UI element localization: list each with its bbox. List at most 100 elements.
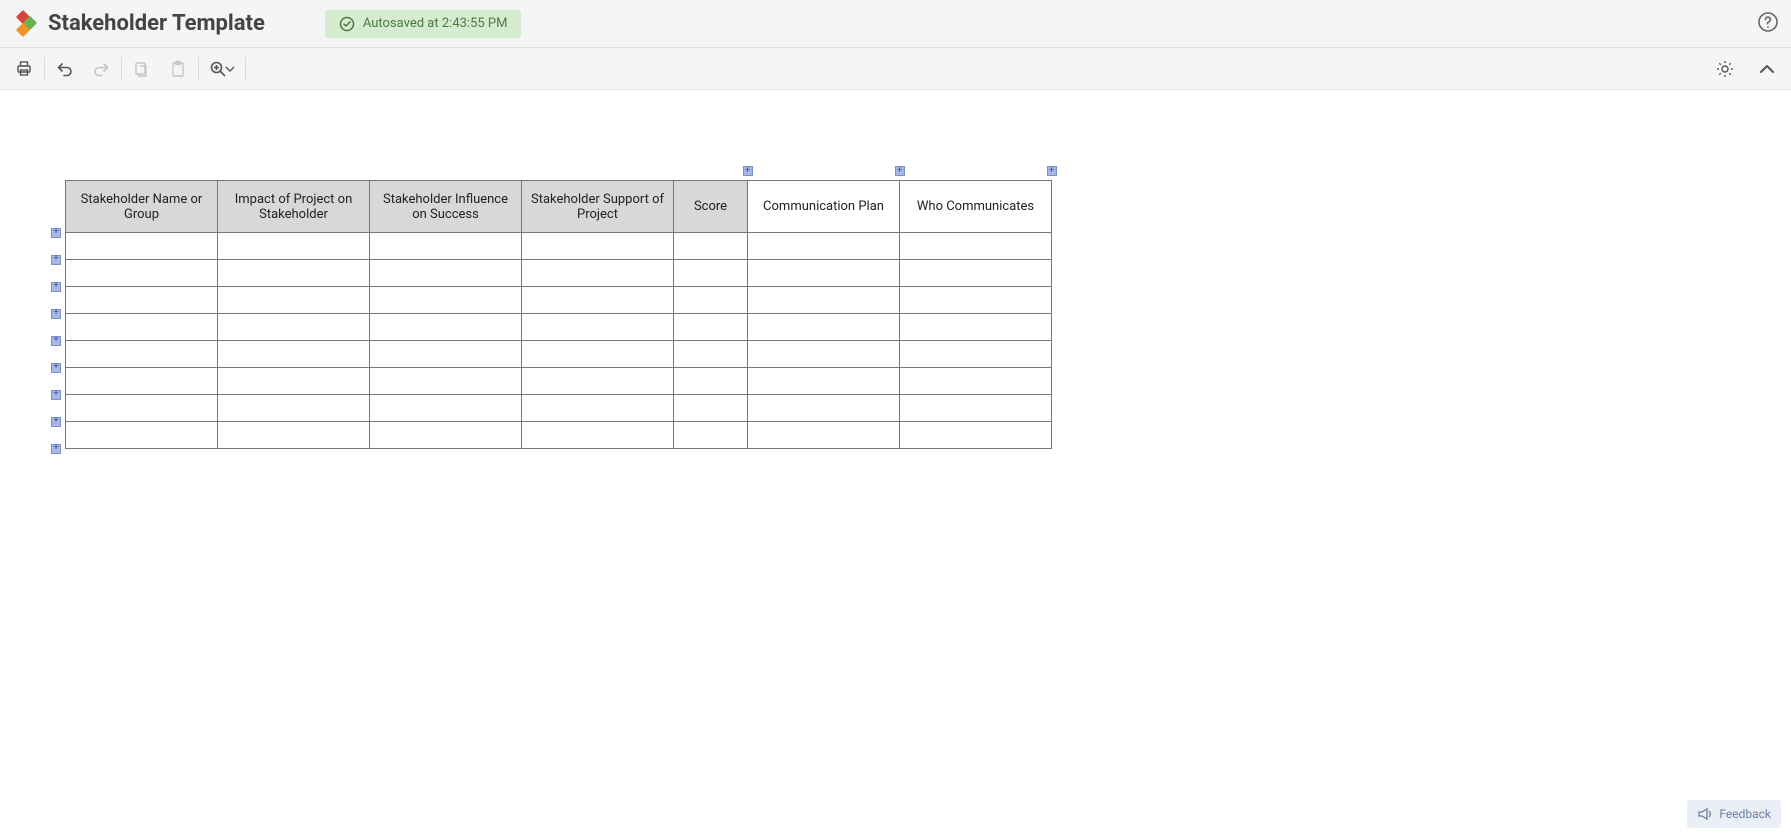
- table-cell[interactable]: [748, 260, 900, 287]
- table-cell[interactable]: [66, 395, 218, 422]
- column-header[interactable]: Score: [674, 181, 748, 233]
- table-row: [66, 368, 1052, 395]
- table-cell[interactable]: [522, 314, 674, 341]
- add-row-handle[interactable]: +: [51, 390, 61, 400]
- table-cell[interactable]: [900, 341, 1052, 368]
- table-cell[interactable]: [900, 287, 1052, 314]
- table-cell[interactable]: [218, 260, 370, 287]
- table-cell[interactable]: [900, 233, 1052, 260]
- table-cell[interactable]: [522, 233, 674, 260]
- table-cell[interactable]: [218, 368, 370, 395]
- column-header[interactable]: Stakeholder Influence on Success: [370, 181, 522, 233]
- column-header[interactable]: Who Communicates: [900, 181, 1052, 233]
- paste-button[interactable]: [160, 51, 196, 87]
- table-cell[interactable]: [748, 233, 900, 260]
- add-row-handle[interactable]: +: [51, 309, 61, 319]
- table-cell[interactable]: [900, 368, 1052, 395]
- table-cell[interactable]: [748, 395, 900, 422]
- add-row-handle[interactable]: +: [51, 417, 61, 427]
- table-cell[interactable]: [748, 368, 900, 395]
- table-cell[interactable]: [370, 287, 522, 314]
- table-cell[interactable]: [66, 233, 218, 260]
- table-cell[interactable]: [370, 368, 522, 395]
- gear-icon: [1715, 59, 1735, 79]
- redo-icon: [92, 60, 110, 78]
- table-cell[interactable]: [674, 422, 748, 449]
- settings-button[interactable]: [1707, 51, 1743, 87]
- add-row-handle[interactable]: +: [51, 255, 61, 265]
- stakeholder-table[interactable]: Stakeholder Name or GroupImpact of Proje…: [65, 180, 1052, 449]
- table-cell[interactable]: [900, 422, 1052, 449]
- table-cell[interactable]: [218, 233, 370, 260]
- add-row-handle[interactable]: +: [51, 363, 61, 373]
- add-column-handle[interactable]: +: [1047, 166, 1057, 176]
- table-cell[interactable]: [218, 341, 370, 368]
- table-cell[interactable]: [370, 422, 522, 449]
- table-cell[interactable]: [218, 395, 370, 422]
- table-cell[interactable]: [66, 314, 218, 341]
- add-column-handle[interactable]: +: [743, 166, 753, 176]
- table-cell[interactable]: [370, 341, 522, 368]
- table-cell[interactable]: [522, 287, 674, 314]
- table-header-row: Stakeholder Name or GroupImpact of Proje…: [66, 181, 1052, 233]
- table-cell[interactable]: [522, 395, 674, 422]
- add-row-handle[interactable]: +: [51, 228, 61, 238]
- table-cell[interactable]: [218, 422, 370, 449]
- check-circle-icon: [339, 16, 355, 32]
- table-cell[interactable]: [370, 314, 522, 341]
- table-cell[interactable]: [674, 260, 748, 287]
- table-cell[interactable]: [370, 395, 522, 422]
- table-cell[interactable]: [900, 314, 1052, 341]
- table-cell[interactable]: [66, 341, 218, 368]
- table-row: [66, 314, 1052, 341]
- table-cell[interactable]: [674, 314, 748, 341]
- table-cell[interactable]: [522, 368, 674, 395]
- feedback-button[interactable]: Feedback: [1687, 800, 1781, 828]
- table-cell[interactable]: [66, 422, 218, 449]
- column-header[interactable]: Stakeholder Name or Group: [66, 181, 218, 233]
- table-cell[interactable]: [522, 260, 674, 287]
- undo-button[interactable]: [47, 51, 83, 87]
- table-cell[interactable]: [748, 314, 900, 341]
- zoom-button[interactable]: [205, 51, 239, 87]
- toolbar-separator: [245, 57, 246, 81]
- toolbar-separator: [44, 57, 45, 81]
- redo-button[interactable]: [83, 51, 119, 87]
- table-cell[interactable]: [522, 422, 674, 449]
- table-cell[interactable]: [674, 395, 748, 422]
- table-cell[interactable]: [674, 341, 748, 368]
- table-cell[interactable]: [370, 233, 522, 260]
- collapse-toolbar-button[interactable]: [1749, 51, 1785, 87]
- table-cell[interactable]: [370, 260, 522, 287]
- table-cell[interactable]: [674, 287, 748, 314]
- autosave-text: Autosaved at 2:43:55 PM: [363, 16, 508, 31]
- table-cell[interactable]: [674, 368, 748, 395]
- column-header[interactable]: Impact of Project on Stakeholder: [218, 181, 370, 233]
- column-header[interactable]: Communication Plan: [748, 181, 900, 233]
- add-row-handle[interactable]: +: [51, 336, 61, 346]
- table-cell[interactable]: [674, 233, 748, 260]
- table-cell[interactable]: [66, 287, 218, 314]
- table-cell[interactable]: [66, 260, 218, 287]
- table-cell[interactable]: [66, 368, 218, 395]
- add-row-handle[interactable]: +: [51, 282, 61, 292]
- canvas-area[interactable]: + + + + + + + + + + + + Stakeholder Name or GroupIm…: [0, 90, 1791, 690]
- table-cell[interactable]: [748, 422, 900, 449]
- print-icon: [15, 60, 33, 78]
- column-header[interactable]: Stakeholder Support of Project: [522, 181, 674, 233]
- help-button[interactable]: [1757, 11, 1779, 37]
- add-row-handle[interactable]: +: [51, 444, 61, 454]
- table-cell[interactable]: [748, 287, 900, 314]
- table-cell[interactable]: [218, 314, 370, 341]
- page-title: Stakeholder Template: [48, 11, 265, 36]
- table-cell[interactable]: [900, 260, 1052, 287]
- table-cell[interactable]: [900, 395, 1052, 422]
- table-cell[interactable]: [522, 341, 674, 368]
- toolbar-separator: [198, 57, 199, 81]
- copy-button[interactable]: [124, 51, 160, 87]
- table-cell[interactable]: [748, 341, 900, 368]
- add-column-handle[interactable]: +: [895, 166, 905, 176]
- table-row: [66, 260, 1052, 287]
- table-cell[interactable]: [218, 287, 370, 314]
- print-button[interactable]: [6, 51, 42, 87]
